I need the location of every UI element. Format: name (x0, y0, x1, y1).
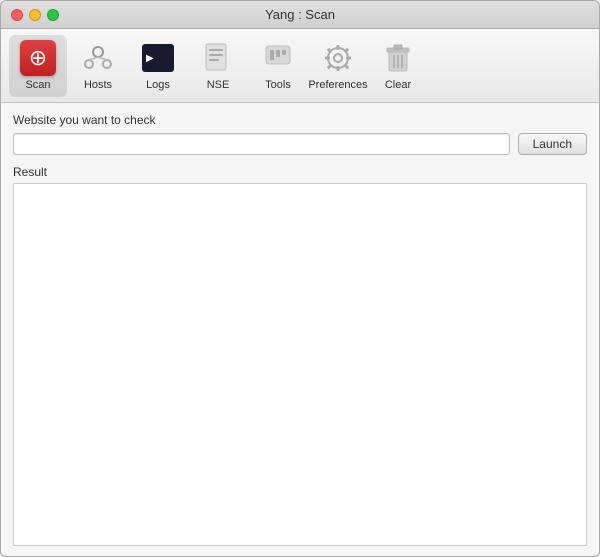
nse-label: NSE (207, 79, 230, 91)
logs-icon (140, 40, 176, 76)
minimize-button[interactable] (29, 9, 41, 21)
preferences-icon (320, 40, 356, 76)
logs-label: Logs (146, 79, 170, 91)
content-area: Website you want to check Launch Result (1, 103, 599, 556)
toolbar-item-hosts[interactable]: Hosts (69, 35, 127, 97)
url-input[interactable] (13, 133, 510, 155)
toolbar-item-scan[interactable]: Scan (9, 35, 67, 97)
tools-icon (260, 40, 296, 76)
clear-label: Clear (385, 79, 411, 91)
main-window: Yang : Scan Scan Hosts (0, 0, 600, 557)
toolbar: Scan Hosts Logs (1, 29, 599, 103)
result-area (13, 184, 587, 546)
maximize-button[interactable] (47, 9, 59, 21)
input-row: Launch (13, 133, 587, 155)
toolbar-item-clear[interactable]: Clear (369, 35, 427, 97)
input-section: Website you want to check Launch (13, 113, 587, 155)
window-controls (11, 9, 59, 21)
scan-icon (20, 40, 56, 76)
toolbar-item-tools[interactable]: Tools (249, 35, 307, 97)
close-button[interactable] (11, 9, 23, 21)
nse-icon (200, 40, 236, 76)
window-title: Yang : Scan (265, 7, 335, 22)
clear-icon (380, 40, 416, 76)
toolbar-item-nse[interactable]: NSE (189, 35, 247, 97)
toolbar-item-logs[interactable]: Logs (129, 35, 187, 97)
hosts-icon (80, 40, 116, 76)
preferences-label: Preferences (308, 79, 367, 91)
result-section: Result (13, 165, 587, 546)
launch-button[interactable]: Launch (518, 133, 587, 155)
hosts-label: Hosts (84, 79, 112, 91)
titlebar: Yang : Scan (1, 1, 599, 29)
tools-label: Tools (265, 79, 291, 91)
scan-label: Scan (25, 79, 50, 91)
input-label: Website you want to check (13, 113, 587, 127)
toolbar-item-preferences[interactable]: Preferences (309, 35, 367, 97)
result-header: Result (13, 165, 587, 184)
